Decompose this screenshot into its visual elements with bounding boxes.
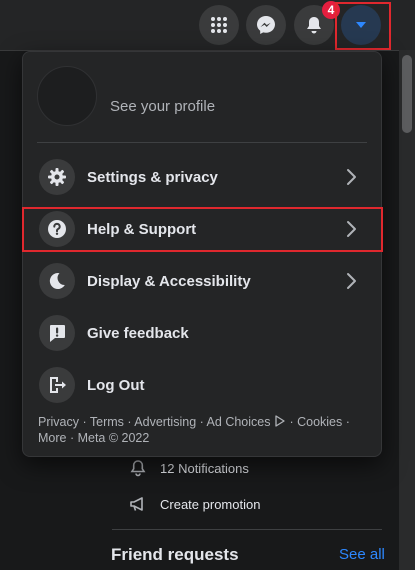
section-divider (112, 529, 382, 530)
menu-grid-icon (211, 17, 227, 33)
friend-requests-heading: Friend requests (111, 545, 239, 564)
feedback-icon (39, 315, 75, 351)
account-button[interactable] (341, 5, 381, 45)
caret-down-icon (356, 22, 366, 28)
menu-item-log-out[interactable]: Log Out (29, 361, 375, 409)
profile-link-row[interactable]: See your profile (37, 66, 367, 128)
messenger-icon (257, 16, 275, 34)
moon-icon (39, 263, 75, 299)
menu-item-label: Settings & privacy (87, 168, 218, 186)
megaphone-icon (128, 494, 148, 514)
menu-separator (37, 142, 367, 143)
avatar[interactable] (37, 66, 97, 126)
bell-icon (307, 17, 321, 34)
menu-item-label: Display & Accessibility (87, 272, 251, 290)
see-all-link[interactable]: See all (339, 546, 385, 563)
footer-line-1: Privacy · Terms · Advertising · Ad Choic… (38, 414, 368, 430)
menu-item-give-feedback[interactable]: Give feedback (29, 309, 375, 357)
footer-links-primary[interactable]: Privacy · Terms · Advertising · Ad Choic… (38, 415, 270, 429)
create-promotion-label: Create promotion (160, 496, 261, 512)
logout-icon (39, 367, 75, 403)
see-profile-link[interactable]: See your profile (110, 98, 215, 115)
footer-links: Privacy · Terms · Advertising · Ad Choic… (38, 414, 368, 446)
notification-badge: 4 (322, 1, 340, 19)
top-navigation-bar: 4 (0, 0, 415, 51)
notifications-label: 12 Notifications (160, 460, 249, 476)
messenger-button[interactable] (246, 5, 286, 45)
scrollbar-thumb[interactable] (402, 55, 412, 133)
shortcuts-section: 12 Notifications Create promotion (112, 450, 382, 522)
chevron-right-icon (347, 169, 356, 185)
notifications-button[interactable]: 4 (294, 1, 340, 45)
menu-item-label: Give feedback (87, 324, 189, 342)
footer-line-2[interactable]: More · Meta © 2022 (38, 430, 368, 446)
menu-button[interactable] (199, 5, 239, 45)
question-icon (39, 211, 75, 247)
create-promotion-row[interactable]: Create promotion (112, 486, 382, 522)
menu-item-display-accessibility[interactable]: Display & Accessibility (29, 257, 375, 305)
bell-outline-icon (128, 458, 148, 478)
footer-links-cookies[interactable]: · Cookies · (289, 415, 349, 429)
gear-icon (39, 159, 75, 195)
menu-item-settings-privacy[interactable]: Settings & privacy (29, 153, 375, 201)
menu-item-label: Help & Support (87, 220, 197, 238)
chevron-right-icon (347, 273, 356, 289)
chevron-right-icon (347, 221, 356, 237)
menu-item-label: Log Out (87, 376, 145, 394)
menu-item-help-support[interactable]: Help & Support (29, 205, 375, 253)
account-menu: See your profile Settings & privacy Help… (22, 51, 382, 457)
ad-choices-icon (275, 415, 285, 427)
